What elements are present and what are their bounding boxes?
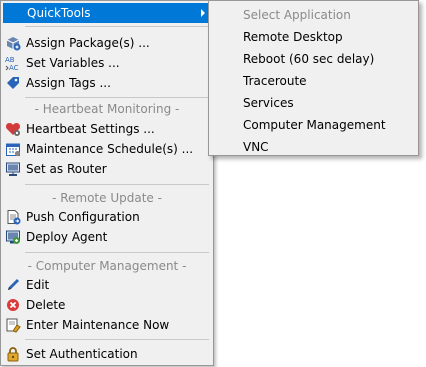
section-header-computer-management: - Computer Management - — [27, 259, 187, 273]
menu-item-maintenance-schedule[interactable]: Maintenance Schedule(s) ... — [3, 139, 211, 159]
variables-icon: AB AC — [5, 55, 21, 71]
menu-item-delete[interactable]: Delete — [3, 295, 211, 315]
calendar-icon — [5, 141, 21, 157]
menu-item-label: Set Variables ... — [26, 56, 120, 70]
submenu-item-reboot[interactable]: Reboot (60 sec delay) — [243, 49, 374, 69]
submenu-arrow-icon — [201, 9, 205, 17]
menu-item-label: Set Authentication — [26, 347, 138, 361]
pencil-icon — [5, 277, 21, 293]
menu-item-label: Push Configuration — [26, 210, 140, 224]
separator — [25, 184, 209, 185]
quicktools-submenu: Select Application Remote Desktop Reboot… — [208, 0, 419, 156]
menu-item-label: Set as Router — [26, 162, 107, 176]
heartbeat-icon — [5, 121, 21, 137]
submenu-item-remote-desktop[interactable]: Remote Desktop — [243, 27, 343, 47]
menu-item-set-authentication[interactable]: Set Authentication — [3, 344, 211, 364]
deploy-agent-icon — [5, 229, 21, 245]
menu-item-label: Assign Tags ... — [26, 76, 111, 90]
menu-item-edit[interactable]: Edit — [3, 275, 211, 295]
submenu-item-vnc[interactable]: VNC — [243, 137, 269, 157]
submenu-item-select-application: Select Application — [243, 8, 351, 22]
delete-icon — [5, 297, 21, 313]
context-menu: QuickTools Assign Package(s) ... AB AC Se… — [0, 0, 214, 366]
separator — [25, 97, 209, 98]
menu-item-label: Delete — [26, 298, 66, 312]
menu-item-label: Maintenance Schedule(s) ... — [26, 142, 194, 156]
svg-text:AC: AC — [9, 64, 19, 71]
menu-item-heartbeat-settings[interactable]: Heartbeat Settings ... — [3, 119, 211, 139]
menu-item-set-variables[interactable]: AB AC Set Variables ... — [3, 53, 211, 73]
menu-item-enter-maintenance[interactable]: Enter Maintenance Now — [3, 315, 211, 335]
menu-item-label: Deploy Agent — [26, 230, 108, 244]
section-header-heartbeat: - Heartbeat Monitoring - — [34, 102, 180, 116]
menu-item-label: Heartbeat Settings ... — [26, 122, 155, 136]
separator — [25, 252, 209, 253]
section-header-remote-update: - Remote Update - — [52, 191, 162, 205]
submenu-item-computer-management[interactable]: Computer Management — [243, 115, 386, 135]
menu-item-push-configuration[interactable]: Push Configuration — [3, 207, 211, 227]
tag-icon — [5, 75, 21, 91]
separator — [25, 339, 209, 340]
router-icon — [5, 161, 21, 177]
menu-item-set-as-router[interactable]: Set as Router — [3, 159, 211, 179]
menu-item-deploy-agent[interactable]: Deploy Agent — [3, 227, 211, 247]
menu-item-label: QuickTools — [27, 6, 91, 20]
package-icon — [5, 35, 21, 51]
menu-item-label: Edit — [26, 278, 50, 292]
submenu-item-traceroute[interactable]: Traceroute — [243, 71, 307, 91]
menu-item-label: Assign Package(s) ... — [26, 36, 150, 50]
separator — [25, 26, 209, 27]
menu-item-assign-packages[interactable]: Assign Package(s) ... — [3, 33, 211, 53]
svg-text:AB: AB — [5, 56, 15, 64]
menu-item-assign-tags[interactable]: Assign Tags ... — [3, 73, 211, 93]
maintenance-icon — [5, 317, 21, 333]
menu-item-quicktools[interactable]: QuickTools — [3, 3, 211, 23]
lock-icon — [5, 346, 21, 362]
push-configuration-icon — [5, 209, 21, 225]
menu-item-label: Enter Maintenance Now — [26, 318, 170, 332]
submenu-item-services[interactable]: Services — [243, 93, 294, 113]
